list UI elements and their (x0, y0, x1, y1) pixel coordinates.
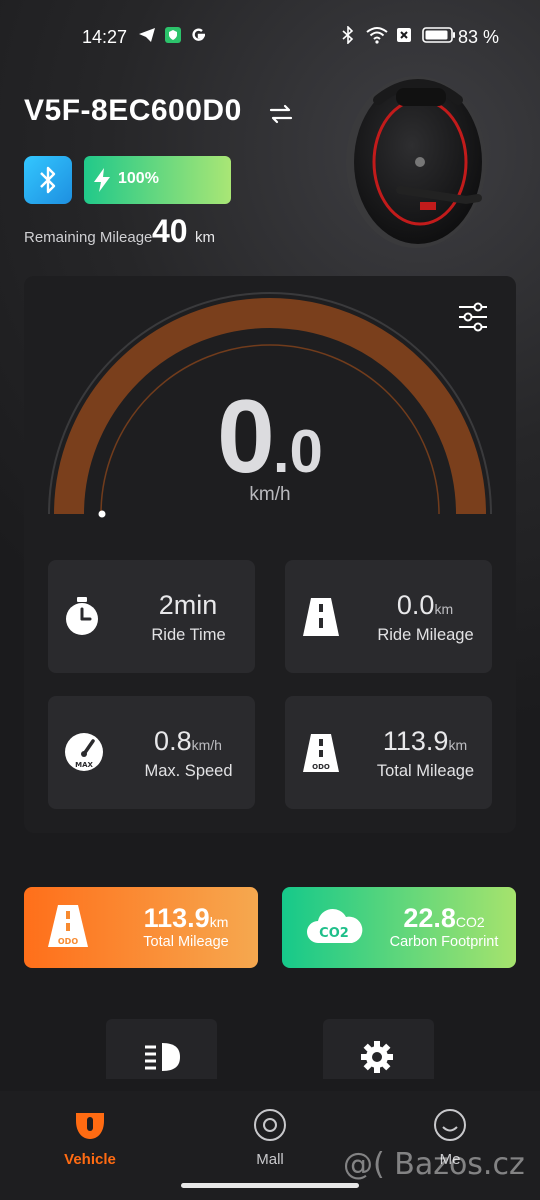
max-speed-gauge-icon: MAX (64, 732, 104, 777)
stat-ride-mileage: 0.0km Ride Mileage (285, 560, 492, 673)
svg-text:ODO: ODO (58, 937, 78, 946)
gauge-needle-dot (98, 510, 106, 518)
profile-smile-icon (432, 1107, 468, 1148)
current-speed: 0.0 (24, 378, 516, 497)
headlight-button[interactable] (106, 1019, 217, 1079)
carbon-footprint-card[interactable]: CO2 22.8CO2 Carbon Footprint (282, 887, 516, 968)
bluetooth-icon (340, 25, 356, 49)
bluetooth-icon (40, 166, 56, 194)
svg-text:MAX: MAX (75, 761, 93, 769)
dashboard-settings-icon[interactable] (458, 302, 488, 337)
vehicle-settings-button[interactable] (323, 1019, 434, 1079)
stat-value: 2min (158, 590, 218, 620)
co2-cloud-icon: CO2 (304, 903, 364, 954)
gear-icon (359, 1039, 395, 1080)
summary-label: Total Mileage (143, 934, 229, 950)
vehicle-name[interactable]: V5F-8EC600D0 (24, 94, 242, 128)
nav-label: Vehicle (64, 1151, 116, 1168)
nav-label: Mall (256, 1151, 284, 1168)
summary-value: 22.8CO2 (403, 903, 485, 933)
remaining-mileage-label: Remaining Mileage (24, 229, 153, 246)
headlight-icon (142, 1039, 184, 1080)
remaining-mileage-value: 40 (152, 213, 188, 249)
speed-unit: km/h (249, 484, 291, 505)
odo-road-icon: ODO (46, 903, 90, 954)
status-bar: 14:27 83 % (0, 0, 540, 72)
lightning-icon (92, 167, 112, 198)
battery-level-text: 100% (118, 170, 159, 187)
stopwatch-icon (64, 596, 100, 641)
vehicle-icon (72, 1107, 108, 1148)
speed-decimal: .0 (272, 418, 323, 485)
watermark: @( Bazos.cz (343, 1147, 525, 1182)
total-mileage-card[interactable]: ODO 113.9km Total Mileage (24, 887, 258, 968)
wifi-icon (366, 26, 388, 49)
stat-ride-time: 2min Ride Time (48, 560, 255, 673)
svg-text:ODO: ODO (312, 763, 330, 771)
stat-value: 113.9km (382, 726, 468, 756)
road-icon (301, 596, 341, 643)
summary-value: 113.9km (143, 903, 229, 933)
stat-max-speed: MAX 0.8km/h Max. Speed (48, 696, 255, 809)
mall-icon (252, 1107, 288, 1148)
nav-vehicle[interactable]: Vehicle (0, 1091, 180, 1191)
odo-road-icon: ODO (301, 732, 341, 779)
speed-integer: 0 (217, 379, 275, 495)
unicycle-image (338, 70, 498, 255)
battery-percent: 83 % (458, 27, 500, 47)
switch-vehicle-icon[interactable] (268, 101, 294, 132)
stat-total-mileage: ODO 113.9km Total Mileage (285, 696, 492, 809)
nav-mall[interactable]: Mall (180, 1091, 360, 1191)
summary-label: Carbon Footprint (389, 934, 499, 950)
svg-text:CO2: CO2 (319, 926, 349, 941)
bluetooth-connection-button[interactable] (24, 156, 72, 204)
vpn-shield-icon (164, 26, 182, 49)
telegram-icon (138, 26, 156, 49)
home-indicator[interactable] (181, 1183, 359, 1188)
battery-icon (422, 26, 456, 49)
stat-value: 0.8km/h (154, 726, 222, 756)
status-time: 14:27 (82, 27, 128, 47)
stat-label: Ride Time (151, 626, 226, 644)
stat-label: Max. Speed (144, 762, 233, 780)
speed-dashboard-card: 0.0 km/h 2min Ride Time 0.0km Ride Milea… (24, 276, 516, 833)
stat-label: Ride Mileage (377, 626, 474, 644)
google-icon (190, 26, 208, 49)
stat-label: Total Mileage (376, 762, 475, 780)
remaining-mileage-unit: km (195, 229, 215, 246)
stat-value: 0.0km (396, 590, 454, 620)
vehicle-battery-bar: 100% (84, 156, 231, 204)
sim-off-icon (395, 26, 413, 49)
